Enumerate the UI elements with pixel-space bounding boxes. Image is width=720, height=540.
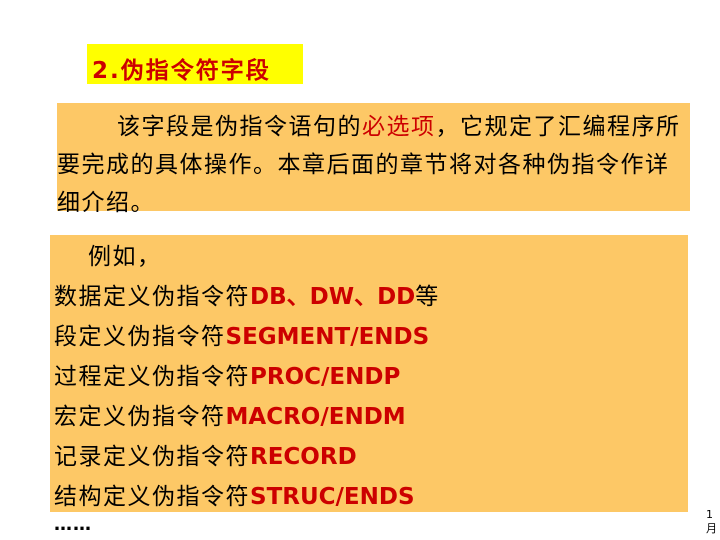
example-row-record: 记录定义伪指令符RECORD (54, 437, 684, 477)
page-mark: 1 月 (706, 508, 717, 535)
intro-highlight: 必选项 (362, 114, 436, 140)
example-code: SEGMENT/ENDS (225, 324, 430, 350)
example-desc: 段定义伪指令符 (54, 324, 226, 350)
example-code: RECORD (250, 444, 357, 470)
example-desc: 过程定义伪指令符 (54, 364, 250, 390)
examples-ellipsis: …… (54, 514, 92, 535)
section-title: 2.伪指令符字段 (92, 58, 271, 84)
examples-list: 例如， 数据定义伪指令符DB、DW、DD等 段定义伪指令符SEGMENT/END… (54, 237, 684, 517)
example-row-proc: 过程定义伪指令符PROC/ENDP (54, 357, 684, 397)
example-row-segment: 段定义伪指令符SEGMENT/ENDS (54, 317, 684, 357)
examples-lead: 例如， (88, 244, 162, 270)
example-desc: 结构定义伪指令符 (54, 484, 250, 510)
example-row-data: 数据定义伪指令符DB、DW、DD等 (54, 277, 684, 317)
example-code: PROC/ENDP (250, 364, 401, 390)
example-row-macro: 宏定义伪指令符MACRO/ENDM (54, 397, 684, 437)
example-code: DB、DW、DD (250, 284, 416, 310)
example-row-struc: 结构定义伪指令符STRUC/ENDS (54, 477, 684, 517)
example-desc: 宏定义伪指令符 (54, 404, 226, 430)
example-suffix: 等 (415, 284, 440, 310)
example-desc: 记录定义伪指令符 (54, 444, 250, 470)
example-code: MACRO/ENDM (225, 404, 406, 430)
intro-paragraph: 该字段是伪指令语句的必选项，它规定了汇编程序所要完成的具体操作。本章后面的章节将… (57, 108, 690, 222)
example-code: STRUC/ENDS (250, 484, 415, 510)
example-desc: 数据定义伪指令符 (54, 284, 250, 310)
intro-text-before: 该字段是伪指令语句的 (117, 114, 362, 140)
